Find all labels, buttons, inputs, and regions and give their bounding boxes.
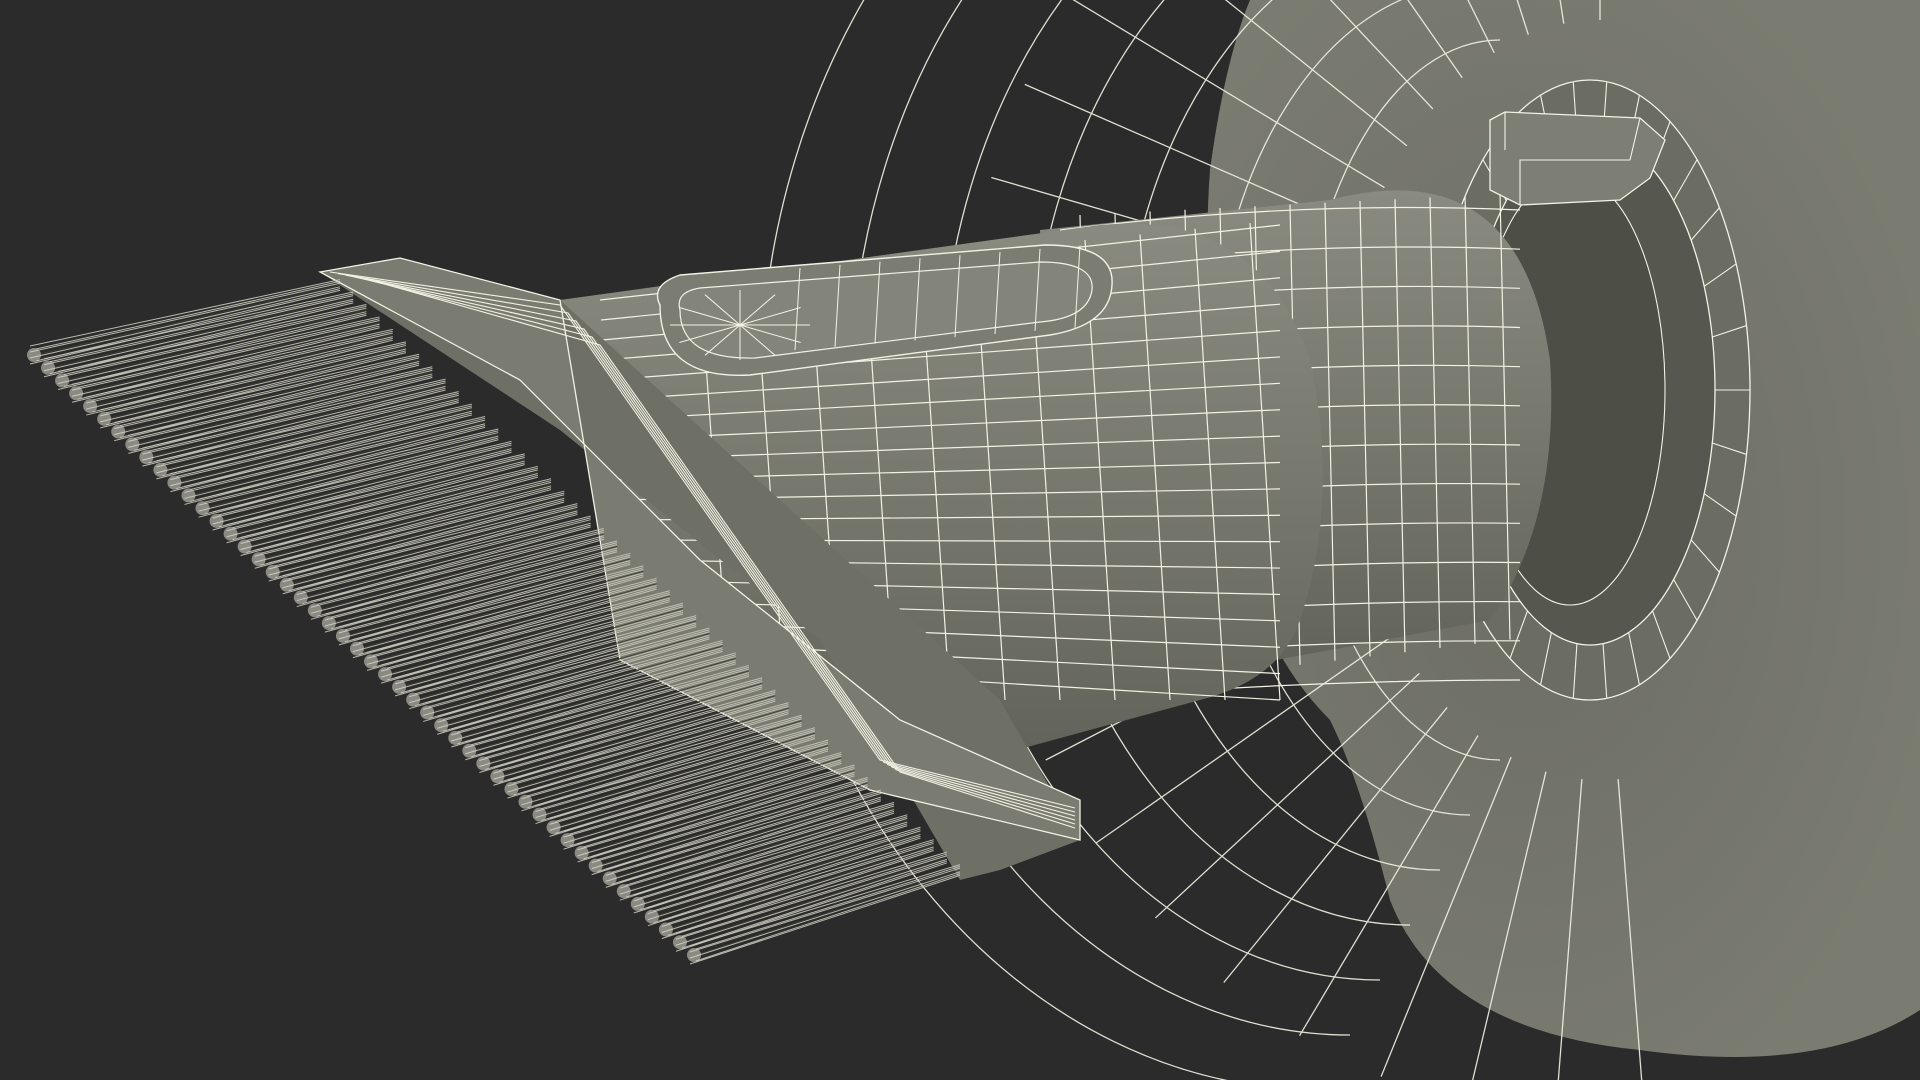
wireframe-render [27, 0, 1920, 1080]
render-viewport [0, 0, 1920, 1080]
